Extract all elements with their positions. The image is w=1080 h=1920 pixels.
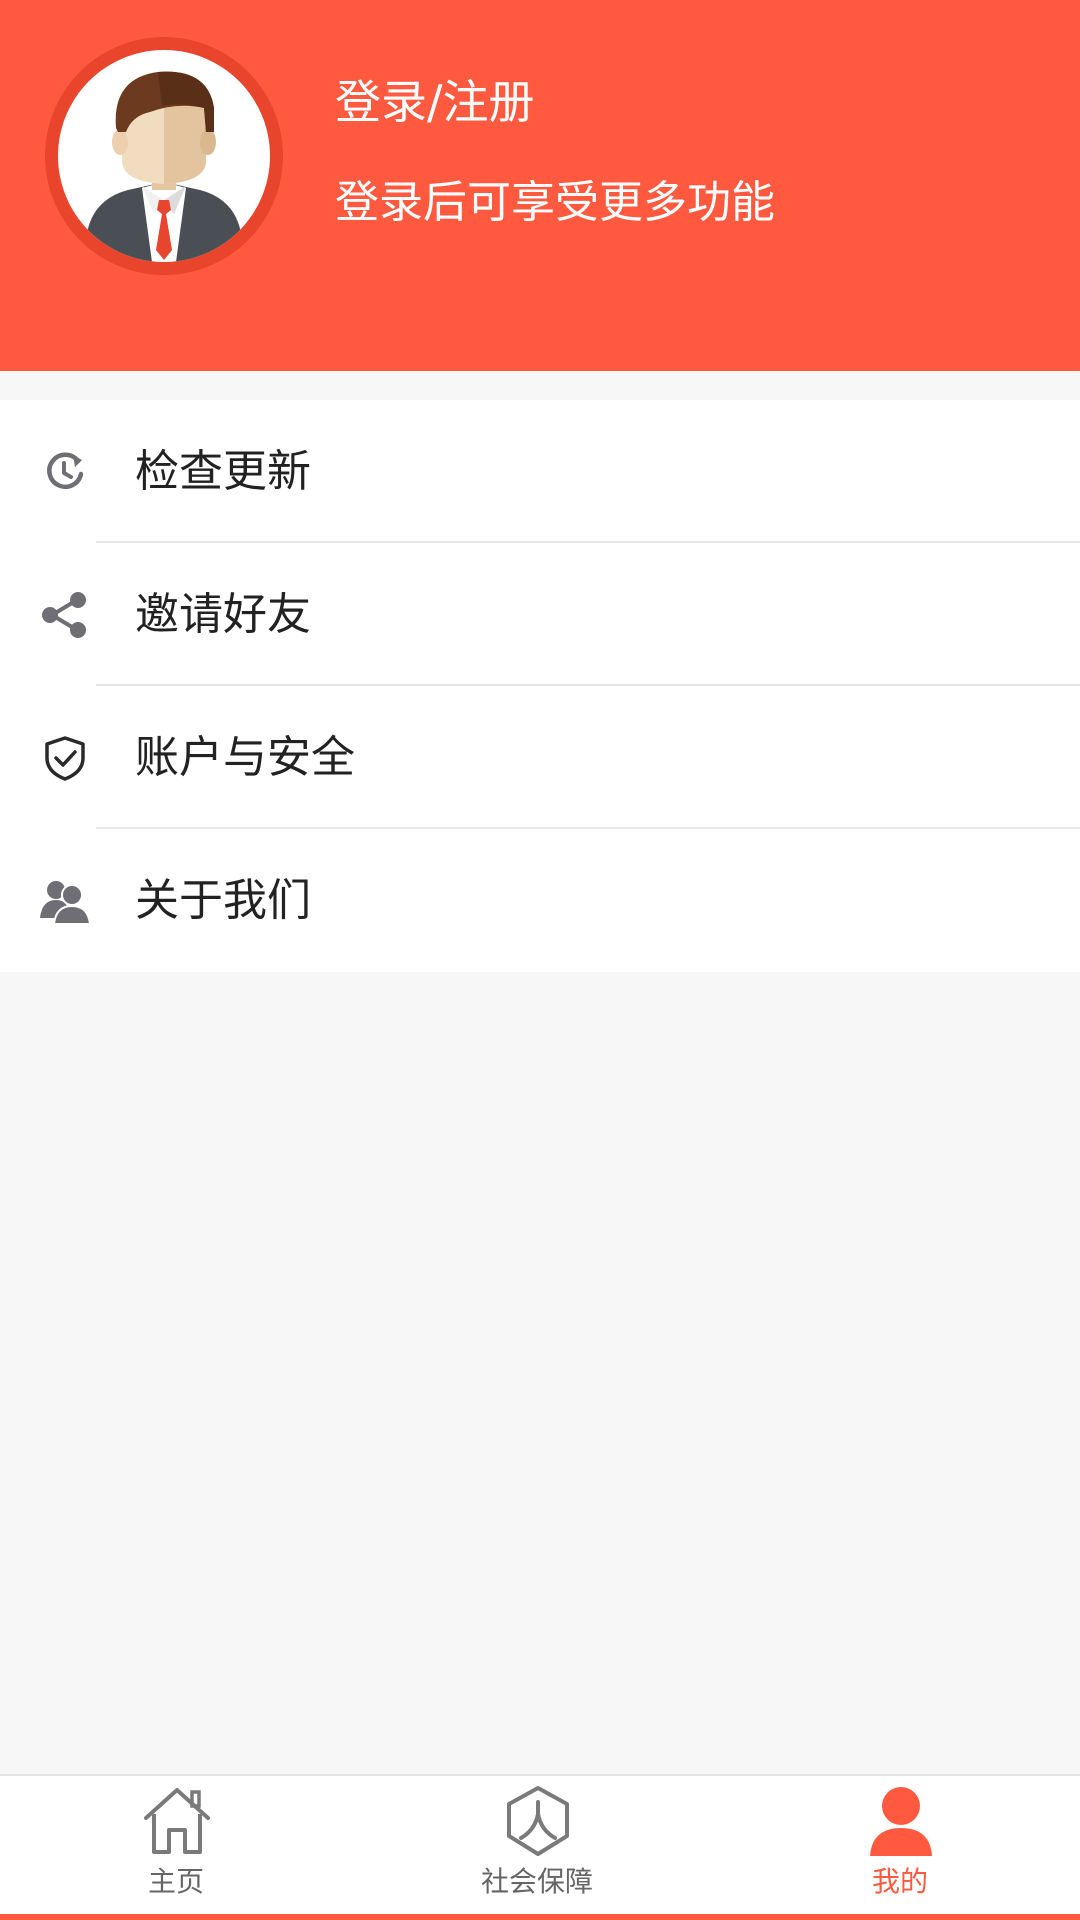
menu-item-account-security[interactable]: 账户与安全 bbox=[0, 686, 1080, 829]
home-icon bbox=[142, 1784, 212, 1858]
menu-item-about-us[interactable]: 关于我们 bbox=[0, 829, 1080, 972]
tab-home[interactable]: 主页 bbox=[76, 1776, 276, 1916]
profile-screen: 登录/注册 登录后可享受更多功能 检查更新 邀请好友 账户与安全 关于我们 主页… bbox=[0, 0, 1080, 1920]
shield-check-icon bbox=[40, 735, 90, 781]
menu-item-label: 关于我们 bbox=[135, 875, 311, 926]
menu-item-label: 邀请好友 bbox=[135, 589, 311, 640]
profile-icon bbox=[866, 1784, 936, 1858]
profile-header: 登录/注册 登录后可享受更多功能 bbox=[0, 0, 1080, 371]
share-icon bbox=[40, 592, 90, 638]
menu-item-invite-friends[interactable]: 邀请好友 bbox=[0, 543, 1080, 686]
login-register-link[interactable]: 登录/注册 bbox=[335, 72, 535, 132]
avatar[interactable] bbox=[45, 37, 283, 275]
tab-social-security[interactable]: 社会保障 bbox=[437, 1776, 637, 1916]
tab-label: 主页 bbox=[147, 1865, 204, 1898]
menu-item-label: 账户与安全 bbox=[135, 732, 355, 783]
tab-label: 社会保障 bbox=[480, 1865, 593, 1898]
login-subtitle: 登录后可享受更多功能 bbox=[335, 177, 775, 228]
menu-item-check-update[interactable]: 检查更新 bbox=[0, 400, 1080, 543]
refresh-clock-icon bbox=[40, 449, 90, 495]
people-icon bbox=[40, 878, 92, 925]
bottom-accent-bar bbox=[0, 1914, 1080, 1920]
tab-mine[interactable]: 我的 bbox=[800, 1776, 1000, 1916]
user-avatar-icon bbox=[58, 50, 270, 262]
menu-item-label: 检查更新 bbox=[135, 446, 311, 497]
settings-menu: 检查更新 邀请好友 账户与安全 关于我们 bbox=[0, 400, 1080, 972]
bottom-tab-bar: 主页 社会保障 我的 bbox=[0, 1774, 1080, 1916]
tab-label: 我的 bbox=[871, 1865, 928, 1898]
social-security-icon bbox=[503, 1784, 573, 1858]
